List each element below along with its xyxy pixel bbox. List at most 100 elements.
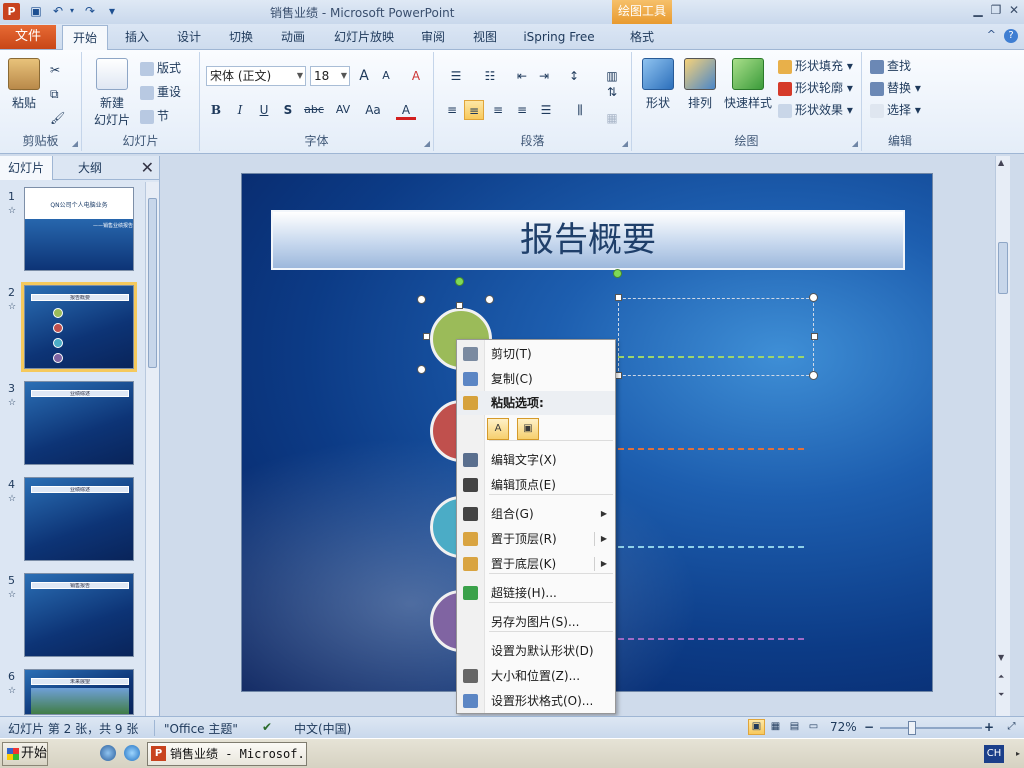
resize-handle[interactable]	[615, 294, 622, 301]
orange-dashed-line[interactable]	[618, 448, 804, 450]
font-launcher-icon[interactable]: ◢	[424, 139, 430, 148]
slide-thumbnail-5[interactable]: 销售报告	[24, 573, 134, 657]
clipboard-launcher-icon[interactable]: ◢	[72, 139, 78, 148]
distributed-button[interactable]: ☰	[536, 100, 556, 120]
selected-text-box[interactable]	[618, 298, 814, 376]
tab-slideshow[interactable]: 幻灯片放映	[326, 25, 402, 50]
menu-item-13[interactable]: 设置形状格式(O)...	[457, 689, 615, 713]
tab-design[interactable]: 设计	[166, 25, 212, 50]
spell-check-icon[interactable]: ✔	[262, 720, 272, 734]
ime-language-indicator[interactable]: CH	[984, 745, 1004, 763]
arrange-button[interactable]: 排列	[680, 58, 720, 111]
shapes-button[interactable]: 形状	[638, 58, 678, 111]
resize-handle[interactable]	[809, 293, 818, 302]
text-shadow-button[interactable]: S	[278, 100, 298, 120]
minimize-button[interactable]: ▁	[970, 2, 986, 18]
pane-tab-outline[interactable]: 大纲	[70, 156, 110, 180]
normal-view-icon[interactable]: ▣	[748, 719, 765, 735]
font-size-combo[interactable]: 18 ▼	[310, 66, 350, 86]
pane-close-icon[interactable]: ✕	[141, 158, 154, 177]
tab-animations[interactable]: 动画	[270, 25, 316, 50]
slide-thumbnail-6[interactable]: 未来展望	[24, 669, 134, 715]
decrease-indent-button[interactable]: ⇤	[512, 66, 532, 86]
replace-button[interactable]: 替换 ▾	[870, 78, 921, 98]
save-icon[interactable]: ▣	[28, 3, 44, 19]
tab-home[interactable]: 开始	[62, 25, 108, 51]
redo-icon[interactable]: ↷	[82, 3, 98, 19]
text-direction-button[interactable]: ⇅	[598, 82, 626, 102]
slide-thumbnail-3[interactable]: 业绩综述	[24, 381, 134, 465]
shape-effects-button[interactable]: 形状效果 ▾	[778, 100, 853, 120]
undo-dropdown-icon[interactable]: ▾	[64, 3, 80, 19]
slide-title-box[interactable]: 报告概要	[271, 210, 905, 270]
slide-title[interactable]: 报告概要	[273, 212, 903, 268]
char-spacing-button[interactable]: AV	[330, 100, 356, 120]
text-columns-button[interactable]: ⫼	[566, 100, 594, 120]
internet-explorer-icon[interactable]	[124, 745, 140, 761]
powerpoint-app-icon[interactable]: P	[3, 3, 20, 20]
underline-button[interactable]: U	[254, 100, 274, 120]
customize-qat-icon[interactable]: ▾	[104, 3, 120, 19]
quick-styles-button[interactable]: 快速样式	[720, 58, 776, 111]
menu-item-12[interactable]: 大小和位置(Z)...	[457, 664, 615, 688]
tab-format[interactable]: 格式	[614, 25, 670, 50]
minimize-ribbon-icon[interactable]: ^	[987, 28, 996, 41]
scroll-up-icon[interactable]: ▲	[998, 158, 1004, 167]
menu-item-2[interactable]: 复制(C)	[457, 367, 615, 391]
thumbnail-pane-scroll-thumb[interactable]	[148, 198, 157, 368]
tab-file[interactable]: 文件	[0, 25, 56, 49]
restore-button[interactable]: ❐	[988, 2, 1004, 18]
resize-handle[interactable]	[423, 333, 430, 340]
shrink-font-button[interactable]: A	[376, 66, 396, 86]
resize-handle[interactable]	[809, 371, 818, 380]
menu-item-6[interactable]: 组合(G) ▶	[457, 502, 615, 526]
slide-vertical-scrollbar[interactable]: ▲ ▼ ⏶ ⏷	[995, 156, 1010, 716]
next-slide-icon[interactable]: ⏷	[998, 690, 1004, 700]
resize-handle[interactable]	[811, 333, 818, 340]
smartart-button[interactable]: ▦	[598, 108, 626, 128]
slide-thumbnail-4[interactable]: 业绩综述	[24, 477, 134, 561]
layout-button[interactable]: 版式	[140, 58, 181, 78]
tab-insert[interactable]: 插入	[114, 25, 160, 50]
strikethrough-button[interactable]: abc	[302, 100, 326, 120]
ime-options-icon[interactable]: ▸	[1016, 749, 1020, 758]
close-button[interactable]: ✕	[1006, 2, 1022, 18]
fit-to-window-icon[interactable]: ⤢	[1003, 719, 1020, 735]
zoom-in-icon[interactable]: +	[984, 720, 994, 734]
paragraph-launcher-icon[interactable]: ◢	[622, 139, 628, 148]
justify-button[interactable]: ≡	[512, 100, 532, 120]
align-center-button[interactable]: ≡	[464, 100, 484, 120]
tab-review[interactable]: 审阅	[410, 25, 456, 50]
font-color-button[interactable]: A	[396, 100, 416, 120]
menu-item-1[interactable]: 剪切(T)	[457, 342, 615, 366]
paste-as-picture-icon[interactable]: ▣	[517, 418, 539, 440]
help-icon[interactable]: ?	[1004, 29, 1018, 43]
bullets-button[interactable]: ☰	[442, 66, 470, 86]
resize-handle[interactable]	[615, 372, 622, 379]
paste-button[interactable]: 粘贴	[6, 58, 42, 111]
menu-item-4[interactable]: 编辑文字(X)	[457, 448, 615, 472]
scroll-down-icon[interactable]: ▼	[998, 653, 1004, 662]
clear-format-button[interactable]: A	[406, 66, 426, 86]
cut-button[interactable]: ✂	[50, 60, 60, 80]
bold-button[interactable]: B	[206, 100, 226, 120]
new-slide-button[interactable]: 新建 幻灯片	[86, 58, 138, 128]
font-name-combo[interactable]: 宋体 (正文) ▼	[206, 66, 306, 86]
language-indicator[interactable]: 中文(中国)	[294, 720, 351, 737]
tab-transitions[interactable]: 切换	[218, 25, 264, 50]
start-button[interactable]: 开始	[2, 742, 48, 766]
find-button[interactable]: 查找	[870, 56, 911, 76]
line-spacing-button[interactable]: ↕	[560, 66, 588, 86]
shape-outline-button[interactable]: 形状轮廓 ▾	[778, 78, 853, 98]
desktop-quicklaunch-icon[interactable]	[100, 745, 116, 761]
resize-handle[interactable]	[417, 365, 426, 374]
purple-dashed-line[interactable]	[618, 638, 804, 640]
increase-indent-button[interactable]: ⇥	[534, 66, 554, 86]
menu-item-7[interactable]: 置于顶层(R) ▶	[457, 527, 615, 551]
previous-slide-icon[interactable]: ⏶	[998, 672, 1004, 682]
resize-handle[interactable]	[485, 295, 494, 304]
reset-button[interactable]: 重设	[140, 82, 181, 102]
slide-scroll-thumb[interactable]	[998, 242, 1008, 294]
tab-ispring[interactable]: iSpring Free	[518, 25, 600, 50]
align-right-button[interactable]: ≡	[488, 100, 508, 120]
